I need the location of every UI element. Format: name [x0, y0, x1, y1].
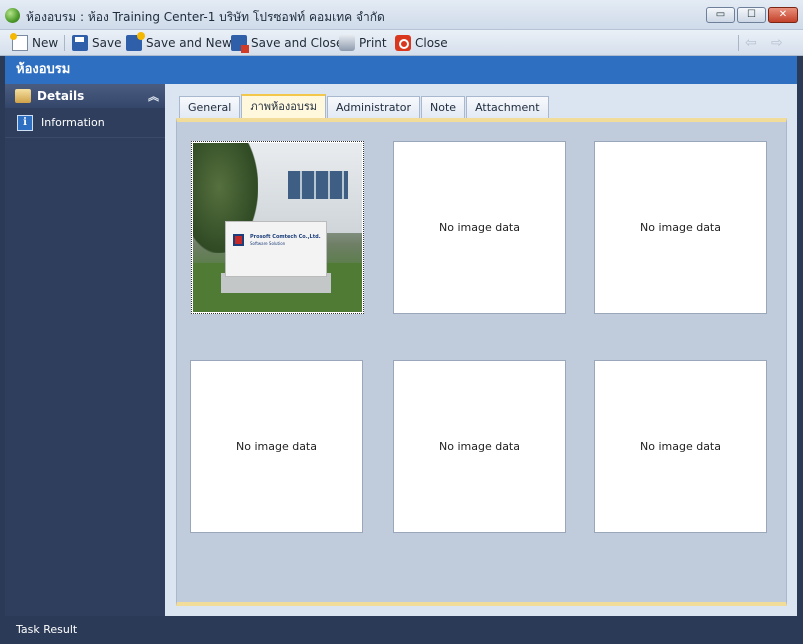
- tab-strip: General ภาพห้องอบรม Administrator Note A…: [179, 94, 550, 118]
- image-slot-3[interactable]: No image data: [594, 141, 767, 314]
- title-bar: ห้องอบรม : ห้อง Training Center-1 บริษัท…: [0, 0, 803, 30]
- new-document-icon: [10, 33, 28, 51]
- new-button[interactable]: New: [10, 33, 59, 53]
- info-icon: i: [17, 114, 33, 131]
- window-title: ห้องอบรม : ห้อง Training Center-1 บริษัท…: [26, 10, 385, 24]
- status-bar: Task Result: [5, 616, 797, 644]
- print-button-label: Print: [359, 36, 387, 50]
- notes-icon: [15, 89, 31, 103]
- image-slot-5[interactable]: No image data: [393, 360, 566, 533]
- details-group-label: Details: [37, 89, 85, 103]
- main-content: General ภาพห้องอบรม Administrator Note A…: [165, 84, 797, 616]
- sidebar-item-information[interactable]: i Information: [5, 108, 165, 138]
- tab-training-room-images[interactable]: ภาพห้องอบรม: [241, 94, 327, 118]
- image-slot-6[interactable]: No image data: [594, 360, 767, 533]
- no-image-text: No image data: [439, 440, 520, 453]
- image-slot-4[interactable]: No image data: [190, 360, 363, 533]
- status-text[interactable]: Task Result: [16, 623, 77, 636]
- back-arrow-icon[interactable]: ⇦: [745, 35, 757, 51]
- forward-arrow-icon[interactable]: ⇨: [771, 35, 783, 51]
- save-and-close-label: Save and Close: [251, 36, 344, 50]
- sign-tagline: Software Solution: [250, 241, 286, 246]
- no-image-text: No image data: [439, 221, 520, 234]
- save-button-label: Save: [92, 36, 122, 50]
- app-icon: [5, 8, 20, 23]
- tab-general[interactable]: General: [179, 96, 241, 118]
- save-and-new-button[interactable]: Save and New: [126, 32, 232, 53]
- tab-administrator[interactable]: Administrator: [327, 96, 421, 118]
- save-new-icon: [126, 32, 145, 51]
- printer-icon: [339, 35, 355, 51]
- no-image-text: No image data: [640, 440, 721, 453]
- toolbar-separator: [64, 35, 65, 51]
- collapse-chevron-icon[interactable]: ︽: [148, 88, 159, 104]
- no-image-text: No image data: [640, 221, 721, 234]
- maximize-button[interactable]: ☐: [737, 7, 766, 23]
- tab-note[interactable]: Note: [421, 96, 466, 118]
- floppy-disk-icon: [72, 35, 88, 51]
- print-button[interactable]: Print: [339, 33, 387, 53]
- form-header: ห้องอบรม: [5, 56, 797, 84]
- tab-attachment[interactable]: Attachment: [466, 96, 549, 118]
- save-and-new-label: Save and New: [146, 36, 232, 50]
- new-button-label: New: [32, 36, 59, 50]
- photo-windows: [288, 171, 348, 199]
- prosoft-logo-icon: [233, 234, 244, 246]
- toolbar: New Save Save and New Save and Close Pri…: [0, 30, 803, 56]
- details-group-header[interactable]: Details ︽: [5, 84, 165, 108]
- toolbar-separator: [738, 35, 739, 51]
- save-and-close-button[interactable]: Save and Close: [231, 33, 343, 53]
- save-button[interactable]: Save: [72, 33, 121, 53]
- image-slot-2[interactable]: No image data: [393, 141, 566, 314]
- photo-sign: Prosoft Comtech Co.,Ltd. Software Soluti…: [225, 221, 327, 277]
- close-button[interactable]: Close: [395, 33, 448, 53]
- sidebar-item-label: Information: [41, 116, 105, 129]
- image-slot-1[interactable]: Prosoft Comtech Co.,Ltd. Software Soluti…: [191, 141, 364, 314]
- building-photo: Prosoft Comtech Co.,Ltd. Software Soluti…: [193, 143, 362, 312]
- save-close-icon: [231, 35, 249, 53]
- close-window-button[interactable]: ✕: [768, 7, 798, 23]
- image-gallery-panel: Prosoft Comtech Co.,Ltd. Software Soluti…: [176, 118, 787, 606]
- power-close-icon: [395, 35, 411, 51]
- close-button-label: Close: [415, 36, 448, 50]
- no-image-text: No image data: [236, 440, 317, 453]
- minimize-button[interactable]: ▭: [706, 7, 735, 23]
- sidebar: Details ︽ i Information: [5, 84, 165, 616]
- sign-company-name: Prosoft Comtech Co.,Ltd.: [250, 234, 321, 240]
